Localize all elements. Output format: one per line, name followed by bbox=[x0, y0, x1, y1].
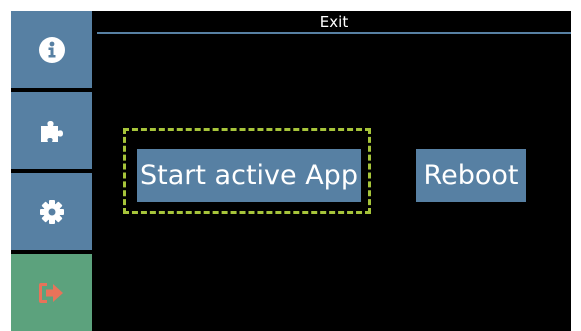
page-title: Exit bbox=[319, 13, 349, 31]
header-divider bbox=[97, 32, 571, 34]
gear-icon bbox=[38, 198, 66, 226]
sidebar bbox=[11, 11, 92, 331]
exit-icon bbox=[37, 280, 67, 306]
device-screen: Exit Start active App Reboot bbox=[11, 11, 571, 331]
sidebar-item-settings[interactable] bbox=[11, 173, 92, 250]
sidebar-item-exit[interactable] bbox=[11, 254, 92, 331]
sidebar-item-apps[interactable] bbox=[11, 92, 92, 169]
start-active-app-button[interactable]: Start active App bbox=[137, 149, 361, 202]
info-icon bbox=[38, 36, 66, 64]
reboot-button[interactable]: Reboot bbox=[416, 149, 526, 202]
sidebar-item-info[interactable] bbox=[11, 11, 92, 88]
puzzle-icon bbox=[38, 117, 66, 145]
